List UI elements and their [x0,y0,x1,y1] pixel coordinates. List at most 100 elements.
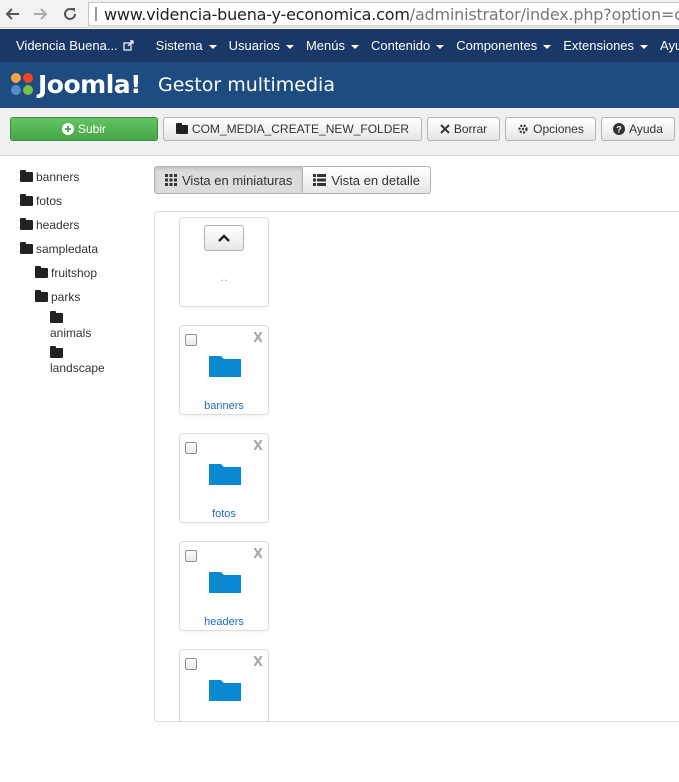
admin-menubar: Videncia Buena... Sistema Usuarios Menús… [0,29,679,62]
folder-thumb-banners[interactable]: X banners [179,325,269,415]
tree-item-label: parks [51,290,81,304]
folder-thumb-headers[interactable]: X headers [179,541,269,631]
folder-icon [20,170,33,182]
external-link-icon [123,40,134,51]
tree-item-sampledata[interactable]: sampledata [20,242,98,256]
folder-icon [209,572,241,593]
delete-x-icon[interactable]: X [253,547,263,562]
chevron-down-icon [436,44,445,49]
parent-folder-thumb[interactable]: .. [179,217,269,307]
page-icon [95,7,97,21]
up-button[interactable] [204,225,244,251]
folder-icon [20,242,33,254]
tab-thumbnail-view[interactable]: Vista en miniaturas [154,166,304,194]
tree-item-fotos[interactable]: fotos [20,194,62,208]
tab-detail-view[interactable]: Vista en detalle [303,166,431,194]
back-arrow-icon[interactable] [3,4,23,24]
folder-thumb-fotos[interactable]: X fotos [179,433,269,523]
joomla-logo[interactable]: Joomla! [8,67,148,101]
delete-x-icon[interactable]: X [253,439,263,454]
upload-plus-icon [61,123,74,135]
tree-item-label: animals [50,326,92,340]
address-bar[interactable]: www.videncia-buena-y-economica.com/admin… [88,2,679,26]
folder-thumb-label[interactable]: banners [180,400,268,412]
grid-icon [165,174,177,186]
media-panel: .. X banners X fotos X headers X [154,211,679,722]
site-link-label: Videncia Buena... [16,38,118,53]
upload-button[interactable]: Subir [10,117,158,141]
parent-folder-label: .. [220,270,228,284]
tree-item-label: landscape [50,361,105,375]
options-label: Opciones [533,122,584,136]
chevron-down-icon [208,44,217,49]
select-checkbox[interactable] [185,658,197,670]
url-host: www.videncia-buena-y-economica.com [104,4,410,24]
tree-item-headers[interactable]: headers [20,218,79,232]
folder-icon [35,266,48,278]
tree-item-landscape[interactable]: landscape [50,346,105,375]
tree-item-parks[interactable]: parks [35,290,80,304]
menu-componentes[interactable]: Componentes [456,29,552,62]
page-title: Gestor multimedia [158,74,335,96]
tree-item-label: headers [36,218,80,232]
chevron-down-icon [350,44,359,49]
logo-text: Joomla! [38,69,142,99]
folder-icon [35,290,48,302]
chevron-down-icon [285,44,294,49]
close-icon [440,124,450,134]
delete-x-icon[interactable]: X [253,655,263,670]
select-checkbox[interactable] [185,334,197,346]
svg-text:?: ? [616,125,622,135]
menu-menus-label: Menús [305,38,345,53]
delete-label: Borrar [453,122,488,136]
select-checkbox[interactable] [185,550,197,562]
tree-item-banners[interactable]: banners [20,170,79,184]
tree-item-label: sampledata [36,242,99,256]
chevron-down-icon [543,44,552,49]
tree-item-animals[interactable]: animals [50,311,92,340]
folder-icon [209,356,241,377]
toolbar: Subir COM_MEDIA_CREATE_NEW_FOLDER Borrar… [0,108,679,156]
tree-item-label: banners [36,170,80,184]
browser-toolbar: www.videncia-buena-y-economica.com/admin… [0,0,679,28]
delete-button[interactable]: Borrar [427,117,500,141]
menu-sistema[interactable]: Sistema [156,29,217,62]
chevron-down-icon [640,44,649,49]
menu-sistema-label: Sistema [155,38,203,53]
folder-icon [175,122,188,134]
create-folder-button[interactable]: COM_MEDIA_CREATE_NEW_FOLDER [163,117,422,141]
upload-label: Subir [77,122,106,136]
folder-thumb-label[interactable]: headers [180,616,268,628]
create-folder-label: COM_MEDIA_CREATE_NEW_FOLDER [191,122,410,136]
forward-arrow-icon[interactable] [30,4,50,24]
options-button[interactable]: Opciones [505,117,596,141]
chevron-up-icon [218,234,230,242]
folder-icon [50,311,63,323]
detail-view-label: Vista en detalle [331,172,420,188]
menu-componentes-label: Componentes [456,38,538,53]
folder-thumb[interactable]: X [179,649,269,721]
tree-item-fruitshop[interactable]: fruitshop [35,266,97,280]
menu-ayuda[interactable]: Ayu [660,29,679,62]
folder-icon [50,346,63,358]
site-link[interactable]: Videncia Buena... [16,29,134,62]
folder-thumb-label[interactable]: fotos [180,508,268,520]
folder-icon [209,464,241,485]
list-icon [313,174,327,186]
page-header: Joomla! Gestor multimedia [0,62,679,108]
reload-icon[interactable] [60,4,80,24]
menu-contenido-label: Contenido [370,38,431,53]
menu-extensiones[interactable]: Extensiones [563,29,649,62]
help-button[interactable]: ? Ayuda [601,117,675,141]
menu-menus[interactable]: Menús [306,29,359,62]
tree-item-label: fruitshop [51,266,98,280]
menu-usuarios-label: Usuarios [228,38,280,53]
thumbnail-view-label: Vista en miniaturas [182,172,293,188]
menu-usuarios[interactable]: Usuarios [229,29,294,62]
folder-icon [20,194,33,206]
question-icon: ? [613,123,626,135]
select-checkbox[interactable] [185,442,197,454]
delete-x-icon[interactable]: X [253,331,263,346]
menu-contenido[interactable]: Contenido [370,29,445,62]
help-label: Ayuda [629,122,663,136]
